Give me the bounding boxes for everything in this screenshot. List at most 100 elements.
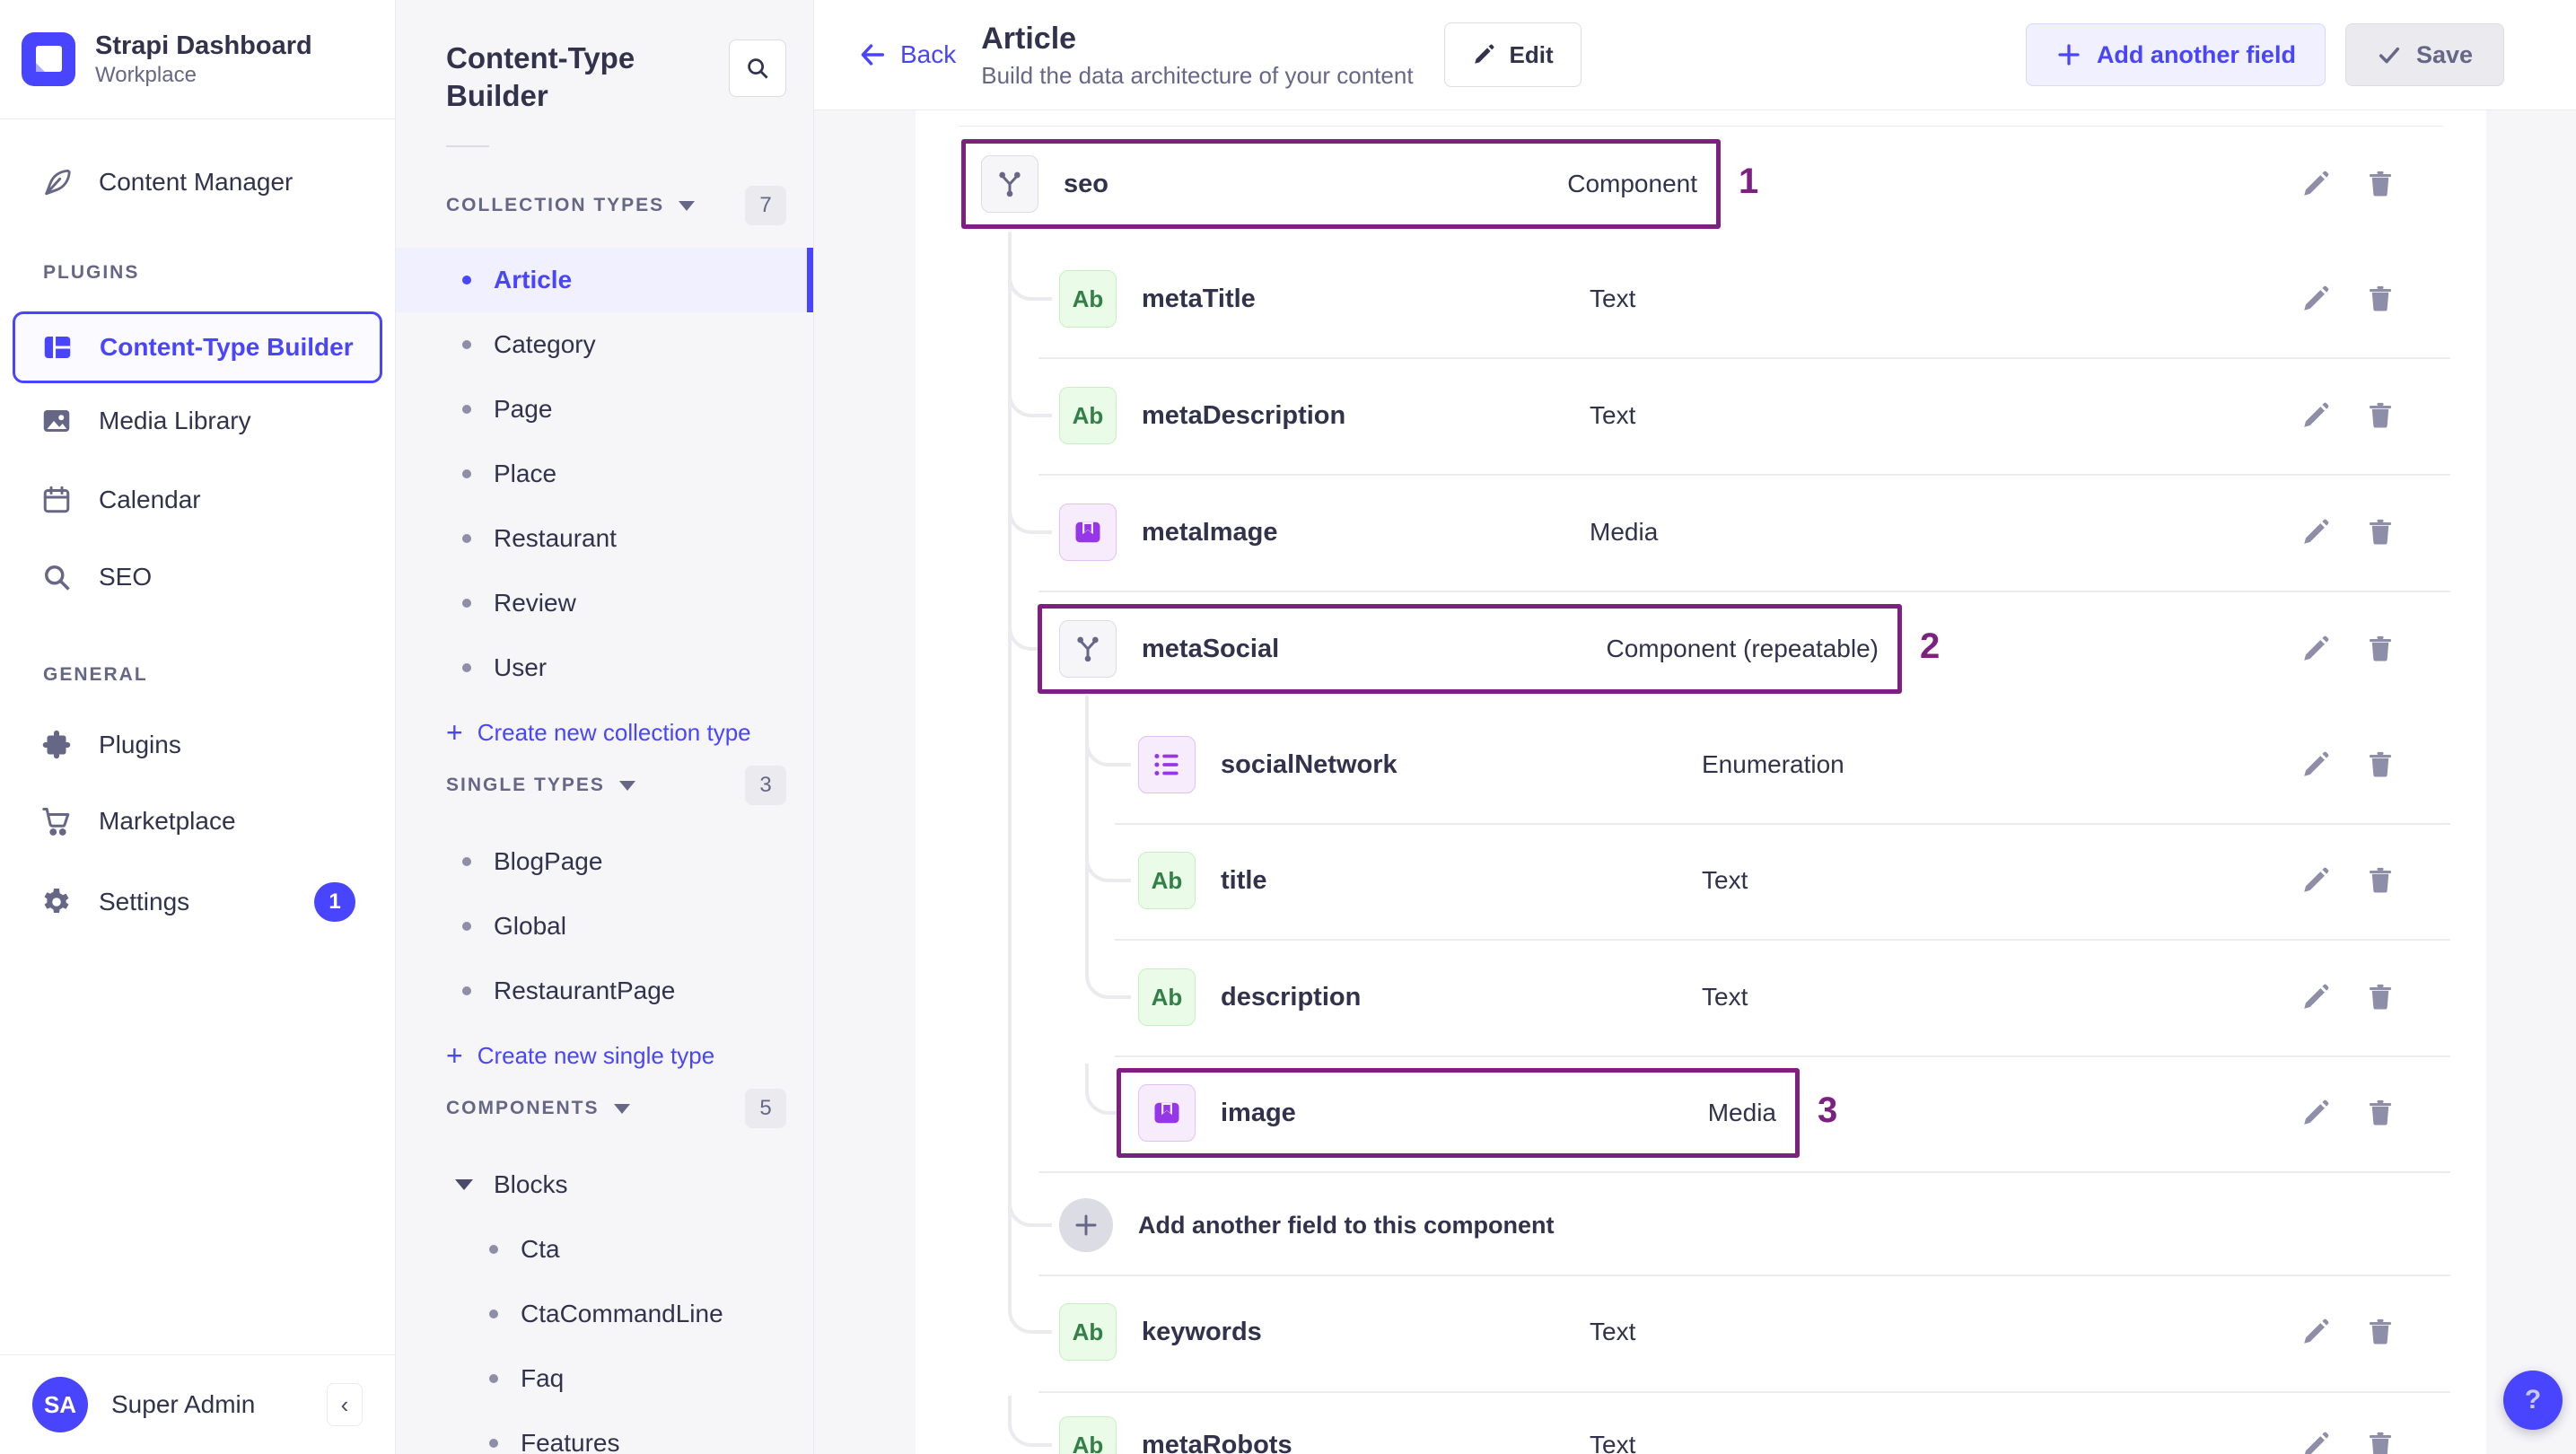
sidebar-item-content-manager[interactable]: Content Manager: [0, 157, 395, 207]
delete-field-button[interactable]: [2355, 274, 2405, 324]
sidebar-item-plugins[interactable]: Plugins: [0, 720, 395, 770]
subnav-item-label: Review: [494, 589, 576, 617]
avatar[interactable]: SA: [32, 1377, 88, 1432]
sidebar-item-seo[interactable]: SEO: [0, 552, 395, 602]
collapse-sidebar-button[interactable]: ‹: [327, 1383, 363, 1426]
subnav-item-restaurantpage[interactable]: RestaurantPage: [396, 959, 813, 1023]
add-field-to-component-label: Add another field to this component: [1138, 1211, 1555, 1239]
text-field-icon: Ab: [1072, 401, 1104, 429]
delete-field-button[interactable]: [2355, 972, 2405, 1022]
component-item-features[interactable]: Features: [396, 1411, 813, 1454]
edit-field-button[interactable]: [2291, 972, 2341, 1022]
delete-field-button[interactable]: [2355, 159, 2405, 209]
subnav-item-restaurant[interactable]: Restaurant: [396, 506, 813, 571]
save-button[interactable]: Save: [2344, 23, 2504, 86]
sidebar-section-label: PLUGINS: [43, 262, 140, 283]
field-type: Text: [1590, 401, 1636, 429]
subnav-item-label: Place: [494, 460, 557, 487]
sidebar-section-label: GENERAL: [43, 664, 148, 685]
component-item-cta[interactable]: Cta: [396, 1217, 813, 1282]
field-name: metaTitle: [1142, 284, 1256, 313]
component-item-faq[interactable]: Faq: [396, 1346, 813, 1411]
edit-field-button[interactable]: [2291, 507, 2341, 557]
bullet-icon: [489, 1245, 498, 1254]
help-button[interactable]: ?: [2503, 1371, 2563, 1430]
edit-button[interactable]: Edit: [1443, 22, 1582, 87]
delete-field-button[interactable]: [2355, 390, 2405, 441]
app-screen: Strapi Dashboard Workplace Content Manag…: [0, 0, 2576, 1454]
plus-icon: +: [446, 1039, 463, 1072]
delete-field-button[interactable]: [2355, 1420, 2405, 1454]
field-name: description: [1221, 982, 1362, 1012]
create-new-collection-type-link[interactable]: + Create new collection type: [396, 700, 813, 765]
component-item-ctacommandline[interactable]: CtaCommandLine: [396, 1282, 813, 1346]
subnav-item-global[interactable]: Global: [396, 894, 813, 959]
plus-icon: [1072, 1211, 1100, 1239]
add-field-label: Add another field: [2096, 40, 2296, 68]
field-type: Text: [1590, 285, 1636, 312]
bullet-icon: [462, 276, 471, 285]
subnav-item-review[interactable]: Review: [396, 571, 813, 635]
sidebar-item-calendar[interactable]: Calendar: [0, 475, 395, 525]
edit-field-button[interactable]: [2291, 855, 2341, 906]
delete-field-button[interactable]: [2355, 740, 2405, 790]
sidebar-item-settings[interactable]: Settings 1: [0, 877, 395, 927]
delete-field-button[interactable]: [2355, 1307, 2405, 1357]
delete-field-button[interactable]: [2355, 1088, 2405, 1138]
subnav-item-category[interactable]: Category: [396, 312, 813, 377]
add-another-field-button[interactable]: Add another field: [2025, 23, 2326, 86]
delete-field-button[interactable]: [2355, 855, 2405, 906]
sidebar-item-content-type-builder[interactable]: Content-Type Builder: [13, 311, 382, 383]
field-name: metaSocial: [1142, 634, 1280, 663]
edit-field-button[interactable]: [2291, 1307, 2341, 1357]
edit-field-button[interactable]: [2291, 274, 2341, 324]
search-button[interactable]: [729, 39, 786, 97]
divider: [446, 145, 489, 147]
field-row-description: Ab description Text: [916, 939, 2486, 1055]
back-link[interactable]: Back: [857, 39, 956, 70]
subnav-item-user[interactable]: User: [396, 635, 813, 700]
main-sidebar: Strapi Dashboard Workplace Content Manag…: [0, 0, 396, 1454]
sidebar-item-label: Media Library: [99, 407, 251, 434]
field-type: Component (repeatable): [1606, 635, 1879, 662]
field-type: Media: [1707, 1099, 1776, 1126]
page-title: Article: [981, 21, 1077, 56]
text-field-icon: Ab: [1072, 285, 1104, 312]
add-field-plus-button[interactable]: [1059, 1198, 1113, 1252]
subnav-group-header[interactable]: SINGLE TYPES 3: [396, 765, 813, 806]
workspace-switcher[interactable]: Strapi Dashboard Workplace: [0, 0, 395, 119]
subnav-item-page[interactable]: Page: [396, 377, 813, 442]
delete-field-button[interactable]: [2355, 507, 2405, 557]
bullet-icon: [489, 1374, 498, 1383]
chevron-down-icon: [455, 1179, 473, 1190]
sidebar-item-marketplace[interactable]: Marketplace: [0, 796, 395, 846]
create-new-single-type-link[interactable]: + Create new single type: [396, 1023, 813, 1088]
subnav-item-blogpage[interactable]: BlogPage: [396, 829, 813, 894]
subnav-group-header[interactable]: COMPONENTS 5: [396, 1088, 813, 1129]
sidebar-item-media-library[interactable]: Media Library: [0, 396, 395, 446]
sidebar-item-label: Marketplace: [99, 807, 236, 835]
component-category-blocks[interactable]: Blocks: [396, 1152, 813, 1217]
content-type-builder-subnav: Content-Type Builder COLLECTION TYPES 7 Ar…: [396, 0, 814, 1454]
field-name: metaRobots: [1142, 1430, 1292, 1454]
subnav-group-title: COLLECTION TYPES: [446, 195, 665, 215]
plus-icon: [2055, 41, 2082, 68]
field-name: image: [1221, 1098, 1296, 1127]
add-field-to-component-row[interactable]: Add another field to this component: [916, 1167, 2486, 1283]
field-name: metaDescription: [1142, 400, 1346, 430]
picture-icon: [39, 404, 74, 438]
edit-field-button[interactable]: [2291, 740, 2341, 790]
bullet-icon: [462, 534, 471, 543]
edit-field-button[interactable]: [2291, 1088, 2341, 1138]
edit-field-button[interactable]: [2291, 390, 2341, 441]
edit-field-button[interactable]: [2291, 159, 2341, 209]
subnav-group-header[interactable]: COLLECTION TYPES 7: [396, 185, 813, 226]
field-row-seo: 1 seo Component: [916, 126, 2486, 242]
field-row-metaSocial: 2 metaSocial Component (repeatable): [916, 591, 2486, 707]
bullet-icon: [462, 340, 471, 349]
delete-field-button[interactable]: [2355, 624, 2405, 674]
edit-field-button[interactable]: [2291, 1420, 2341, 1454]
edit-field-button[interactable]: [2291, 624, 2341, 674]
subnav-item-place[interactable]: Place: [396, 442, 813, 506]
subnav-item-article[interactable]: Article: [396, 248, 813, 312]
